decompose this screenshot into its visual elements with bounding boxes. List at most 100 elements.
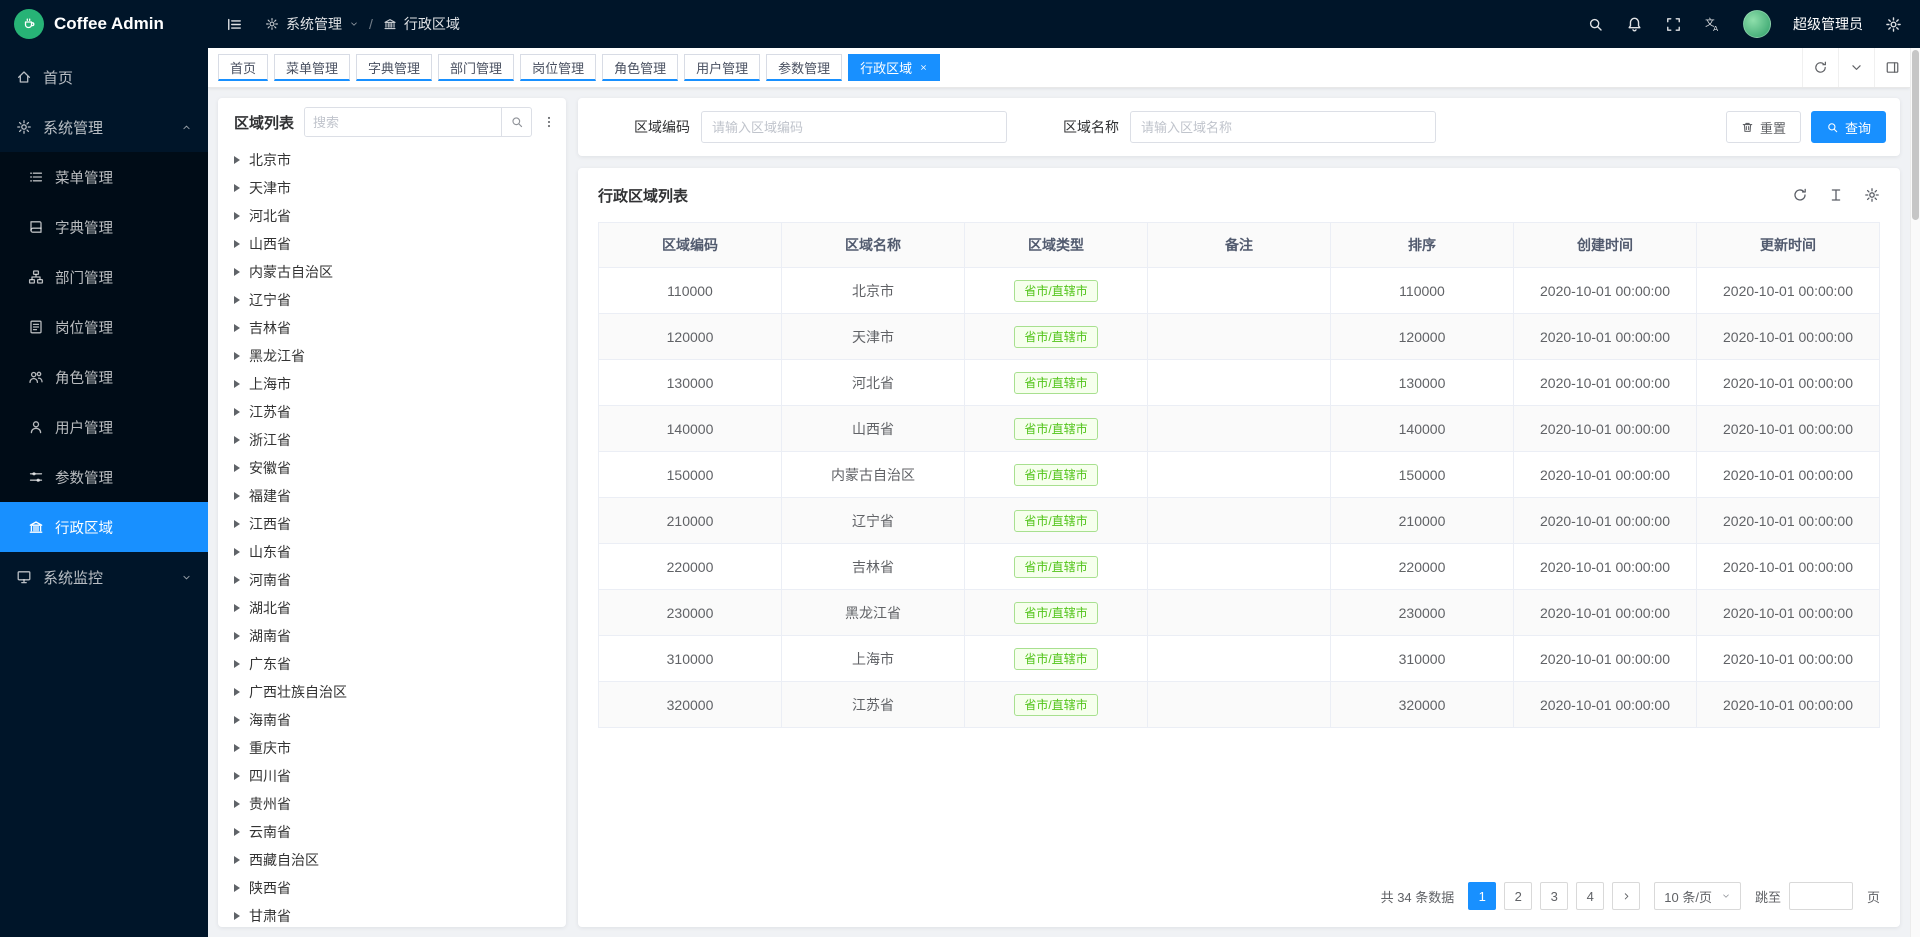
fullscreen-icon[interactable] bbox=[1665, 16, 1682, 33]
column-height-icon[interactable] bbox=[1828, 187, 1844, 203]
tree-item[interactable]: 上海市 bbox=[234, 370, 566, 398]
region-name-input[interactable] bbox=[1130, 111, 1436, 143]
tab-0[interactable]: 首页 bbox=[218, 54, 268, 81]
column-header[interactable]: 备注 bbox=[1148, 223, 1331, 268]
caret-right-icon[interactable] bbox=[234, 520, 240, 528]
sidebar-item-dict-management[interactable]: 字典管理 bbox=[0, 202, 208, 252]
reset-button[interactable]: 重置 bbox=[1726, 111, 1801, 143]
region-code-input[interactable] bbox=[701, 111, 1007, 143]
tab-4[interactable]: 岗位管理 bbox=[520, 54, 596, 81]
tree-item[interactable]: 贵州省 bbox=[234, 790, 566, 818]
caret-right-icon[interactable] bbox=[234, 324, 240, 332]
tree-item[interactable]: 甘肃省 bbox=[234, 902, 566, 927]
jump-page-input[interactable] bbox=[1789, 882, 1853, 910]
tree-item[interactable]: 浙江省 bbox=[234, 426, 566, 454]
tree-item[interactable]: 湖南省 bbox=[234, 622, 566, 650]
settings-gear-icon[interactable] bbox=[1885, 16, 1902, 33]
tab-8[interactable]: 行政区域 bbox=[848, 54, 940, 81]
tab-3[interactable]: 部门管理 bbox=[438, 54, 514, 81]
tree-item[interactable]: 天津市 bbox=[234, 174, 566, 202]
sidebar-item-param-management[interactable]: 参数管理 bbox=[0, 452, 208, 502]
tree-item[interactable]: 吉林省 bbox=[234, 314, 566, 342]
dots-vertical-icon[interactable] bbox=[542, 114, 556, 130]
sidebar-item-home[interactable]: 首页 bbox=[0, 52, 208, 102]
caret-right-icon[interactable] bbox=[234, 604, 240, 612]
table-row[interactable]: 310000 上海市 省市/直辖市 310000 2020-10-01 00:0… bbox=[599, 636, 1880, 682]
tree-item[interactable]: 内蒙古自治区 bbox=[234, 258, 566, 286]
tree-item[interactable]: 山西省 bbox=[234, 230, 566, 258]
tree-item[interactable]: 北京市 bbox=[234, 146, 566, 174]
caret-right-icon[interactable] bbox=[234, 828, 240, 836]
caret-right-icon[interactable] bbox=[234, 380, 240, 388]
column-header[interactable]: 区域名称 bbox=[782, 223, 965, 268]
caret-right-icon[interactable] bbox=[234, 296, 240, 304]
tab-5[interactable]: 角色管理 bbox=[602, 54, 678, 81]
tree-item[interactable]: 山东省 bbox=[234, 538, 566, 566]
bell-icon[interactable] bbox=[1626, 16, 1643, 33]
tree-search-icon[interactable] bbox=[501, 108, 531, 136]
caret-right-icon[interactable] bbox=[234, 436, 240, 444]
caret-right-icon[interactable] bbox=[234, 212, 240, 220]
sidebar-item-menu-management[interactable]: 菜单管理 bbox=[0, 152, 208, 202]
table-row[interactable]: 140000 山西省 省市/直辖市 140000 2020-10-01 00:0… bbox=[599, 406, 1880, 452]
table-row[interactable]: 130000 河北省 省市/直辖市 130000 2020-10-01 00:0… bbox=[599, 360, 1880, 406]
column-header[interactable]: 排序 bbox=[1331, 223, 1514, 268]
refresh-icon[interactable] bbox=[1802, 48, 1838, 87]
caret-right-icon[interactable] bbox=[234, 184, 240, 192]
tree-item[interactable]: 西藏自治区 bbox=[234, 846, 566, 874]
tab-close-icon[interactable] bbox=[919, 63, 928, 72]
tab-7[interactable]: 参数管理 bbox=[766, 54, 842, 81]
caret-right-icon[interactable] bbox=[234, 576, 240, 584]
caret-right-icon[interactable] bbox=[234, 884, 240, 892]
tree-item[interactable]: 海南省 bbox=[234, 706, 566, 734]
tree-item[interactable]: 重庆市 bbox=[234, 734, 566, 762]
page-button-4[interactable]: 4 bbox=[1576, 882, 1604, 910]
translate-icon[interactable]: 文A bbox=[1704, 16, 1721, 33]
tree-item[interactable]: 广东省 bbox=[234, 650, 566, 678]
tree-item[interactable]: 广西壮族自治区 bbox=[234, 678, 566, 706]
tree-item[interactable]: 黑龙江省 bbox=[234, 342, 566, 370]
caret-right-icon[interactable] bbox=[234, 912, 240, 920]
tab-2[interactable]: 字典管理 bbox=[356, 54, 432, 81]
caret-right-icon[interactable] bbox=[234, 688, 240, 696]
table-row[interactable]: 120000 天津市 省市/直辖市 120000 2020-10-01 00:0… bbox=[599, 314, 1880, 360]
tree-item[interactable]: 湖北省 bbox=[234, 594, 566, 622]
table-row[interactable]: 110000 北京市 省市/直辖市 110000 2020-10-01 00:0… bbox=[599, 268, 1880, 314]
sidebar-item-system-monitor[interactable]: 系统监控 bbox=[0, 552, 208, 602]
tree-item[interactable]: 江苏省 bbox=[234, 398, 566, 426]
table-row[interactable]: 220000 吉林省 省市/直辖市 220000 2020-10-01 00:0… bbox=[599, 544, 1880, 590]
table-row[interactable]: 210000 辽宁省 省市/直辖市 210000 2020-10-01 00:0… bbox=[599, 498, 1880, 544]
sidebar-item-role-management[interactable]: 角色管理 bbox=[0, 352, 208, 402]
caret-right-icon[interactable] bbox=[234, 408, 240, 416]
table-refresh-icon[interactable] bbox=[1792, 187, 1808, 203]
caret-right-icon[interactable] bbox=[234, 716, 240, 724]
caret-right-icon[interactable] bbox=[234, 548, 240, 556]
caret-right-icon[interactable] bbox=[234, 464, 240, 472]
column-header[interactable]: 更新时间 bbox=[1697, 223, 1880, 268]
search-button[interactable]: 查询 bbox=[1811, 111, 1886, 143]
scrollbar-thumb[interactable] bbox=[1912, 50, 1919, 220]
column-header[interactable]: 区域类型 bbox=[965, 223, 1148, 268]
tab-1[interactable]: 菜单管理 bbox=[274, 54, 350, 81]
caret-right-icon[interactable] bbox=[234, 268, 240, 276]
caret-right-icon[interactable] bbox=[234, 800, 240, 808]
tree-item[interactable]: 河北省 bbox=[234, 202, 566, 230]
table-row[interactable]: 150000 内蒙古自治区 省市/直辖市 150000 2020-10-01 0… bbox=[599, 452, 1880, 498]
sidebar-item-system-management[interactable]: 系统管理 bbox=[0, 102, 208, 152]
sidebar-item-region[interactable]: 行政区域 bbox=[0, 502, 208, 552]
column-header[interactable]: 创建时间 bbox=[1514, 223, 1697, 268]
search-icon[interactable] bbox=[1587, 16, 1604, 33]
page-size-select[interactable]: 10 条/页 bbox=[1654, 882, 1741, 910]
app-logo[interactable]: Coffee Admin bbox=[0, 0, 208, 48]
caret-right-icon[interactable] bbox=[234, 156, 240, 164]
caret-right-icon[interactable] bbox=[234, 744, 240, 752]
page-button-2[interactable]: 2 bbox=[1504, 882, 1532, 910]
page-button-3[interactable]: 3 bbox=[1540, 882, 1568, 910]
layout-icon[interactable] bbox=[1874, 48, 1910, 87]
table-row[interactable]: 230000 黑龙江省 省市/直辖市 230000 2020-10-01 00:… bbox=[599, 590, 1880, 636]
breadcrumb-section[interactable]: 系统管理 bbox=[286, 14, 342, 34]
caret-right-icon[interactable] bbox=[234, 660, 240, 668]
tree-item[interactable]: 福建省 bbox=[234, 482, 566, 510]
caret-right-icon[interactable] bbox=[234, 772, 240, 780]
sidebar-item-dept-management[interactable]: 部门管理 bbox=[0, 252, 208, 302]
